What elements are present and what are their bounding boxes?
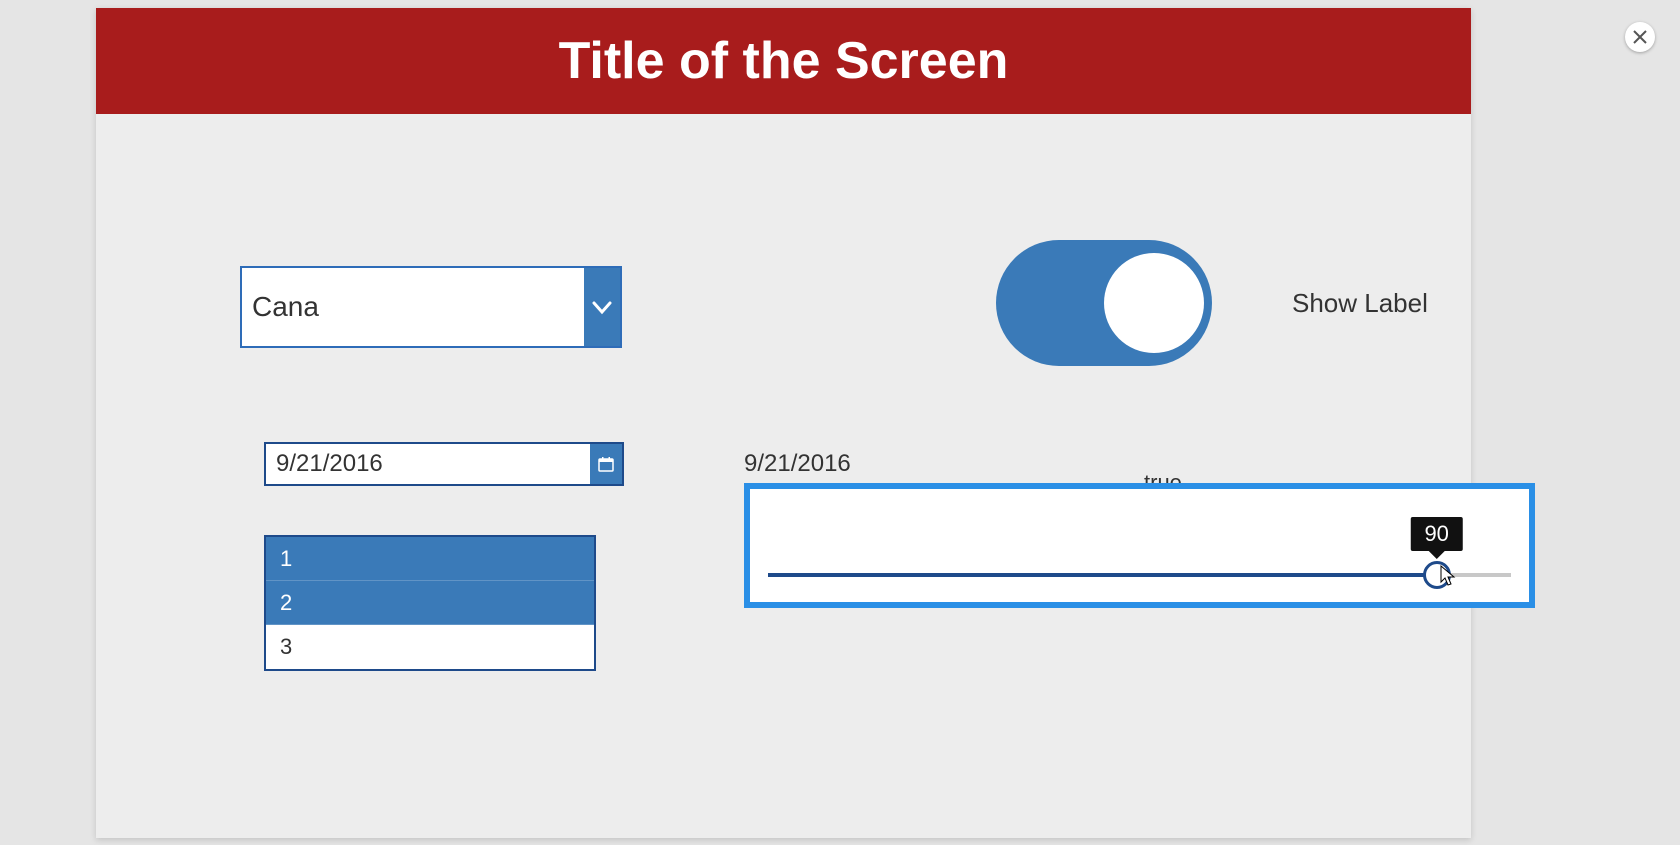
date-value: 9/21/2016 (266, 450, 590, 478)
cursor-icon (1440, 565, 1458, 589)
header-bar: Title of the Screen (96, 8, 1471, 114)
toggle-knob (1104, 253, 1204, 353)
date-picker[interactable]: 9/21/2016 (264, 442, 624, 486)
chevron-down-icon (590, 295, 614, 319)
slider[interactable]: 90 (768, 573, 1511, 577)
dropdown-value: Cana (242, 291, 584, 323)
screen-panel: Title of the Screen Cana Show Label 9/21… (96, 8, 1471, 838)
country-dropdown[interactable]: Cana (240, 266, 622, 348)
date-button[interactable] (590, 444, 622, 484)
dropdown-button[interactable] (584, 268, 620, 346)
slider-container: 90 (744, 483, 1535, 608)
close-icon (1633, 30, 1647, 44)
toggle-label: Show Label (1292, 288, 1428, 319)
list-item[interactable]: 3 (266, 625, 594, 669)
calendar-icon (598, 456, 614, 472)
show-label-toggle[interactable] (996, 240, 1212, 366)
list-item[interactable]: 1 (266, 537, 594, 581)
close-button[interactable] (1625, 22, 1655, 52)
listbox[interactable]: 123 (264, 535, 596, 671)
slider-tooltip: 90 (1410, 517, 1462, 551)
slider-fill (768, 573, 1437, 577)
date-display-label: 9/21/2016 (744, 450, 851, 478)
screen-title: Title of the Screen (559, 31, 1009, 91)
list-item[interactable]: 2 (266, 581, 594, 625)
